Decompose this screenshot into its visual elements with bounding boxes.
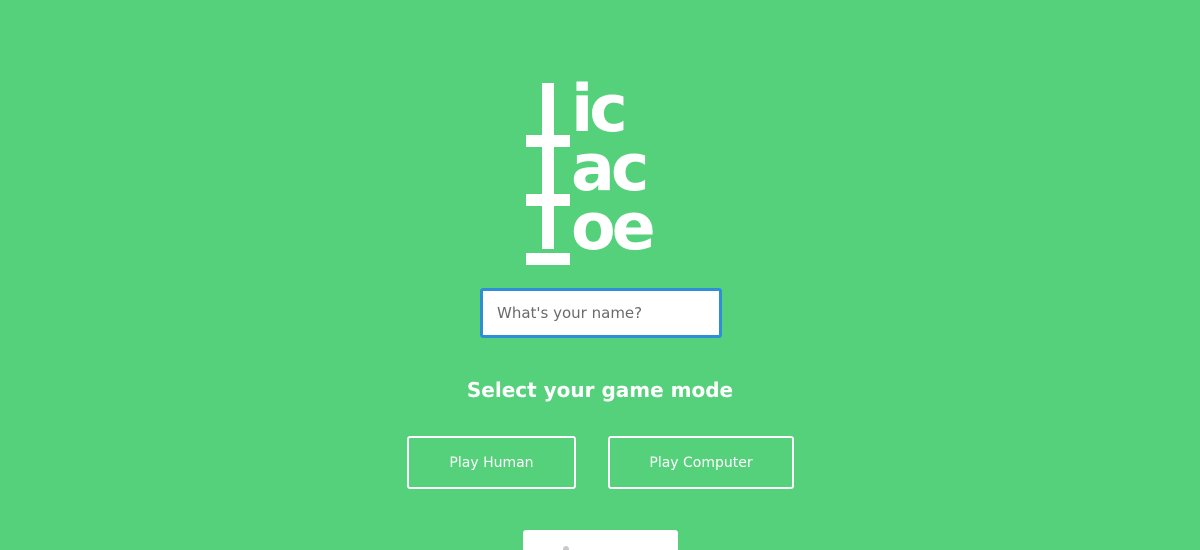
partial-glyph-icon: [563, 546, 569, 550]
tic-tac-toe-logo: ic ac oe: [523, 70, 683, 265]
start-screen: ic ac oe Select your game mode Play Huma…: [0, 0, 1200, 550]
logo-line-tic: ic: [526, 72, 628, 147]
player-name-input[interactable]: [480, 288, 722, 338]
game-mode-heading: Select your game mode: [466, 378, 734, 402]
logo-line-tac: ac: [526, 131, 649, 206]
bottom-button[interactable]: [523, 530, 678, 550]
play-human-button[interactable]: Play Human: [407, 436, 576, 489]
play-computer-button[interactable]: Play Computer: [608, 436, 794, 489]
logo-line-toe: oe: [526, 190, 656, 265]
